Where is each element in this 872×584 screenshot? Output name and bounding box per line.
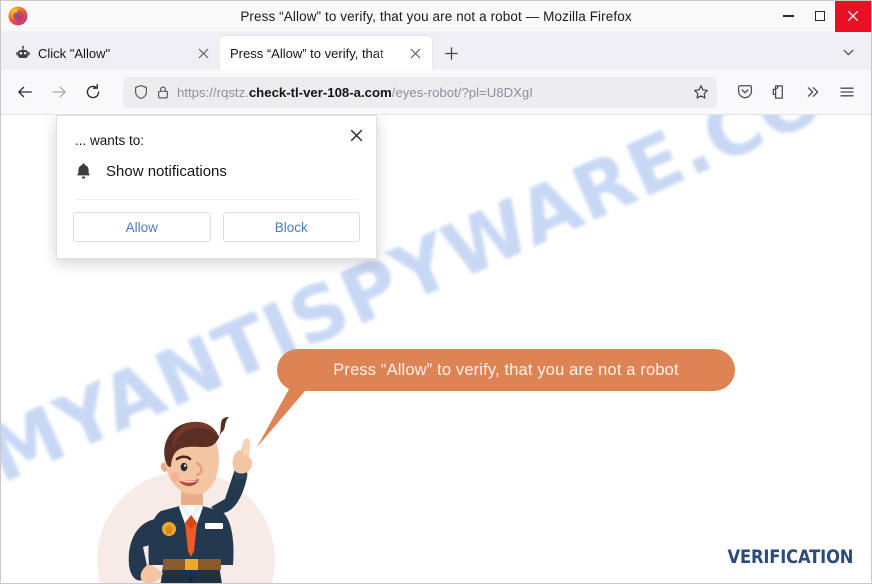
firefox-logo-icon: [7, 5, 29, 27]
url-bar[interactable]: https://rqstz.check-tl-ver-108-a.com/eye…: [123, 76, 717, 108]
navigation-toolbar: https://rqstz.check-tl-ver-108-a.com/eye…: [1, 70, 871, 115]
popup-close-button[interactable]: [344, 123, 368, 147]
forward-button[interactable]: [43, 76, 75, 108]
popup-actions: Allow Block: [57, 200, 376, 258]
block-button[interactable]: Block: [222, 212, 360, 242]
url-subdomain: rqstz.: [216, 84, 249, 100]
allow-button[interactable]: Allow: [73, 212, 211, 242]
url-path: /eyes-robot/?pl=U8DXgI: [391, 84, 533, 100]
account-button[interactable]: [763, 76, 795, 108]
title-bar: Press “Allow” to verify, that you are no…: [1, 1, 871, 32]
tab-press-allow-to-verify[interactable]: Press “Allow” to verify, that: [220, 36, 432, 70]
bookmark-star-icon[interactable]: [691, 84, 711, 100]
tab-click-allow[interactable]: Click "Allow": [5, 36, 220, 70]
tab-close-icon[interactable]: [194, 44, 212, 62]
window-title: Press “Allow” to verify, that you are no…: [240, 8, 632, 24]
speech-bubble-text: Press “Allow” to verify, that you are no…: [333, 360, 679, 379]
overflow-menu-button[interactable]: [797, 76, 829, 108]
double-chevron-icon: [807, 87, 819, 97]
robot-favicon-icon: [15, 45, 31, 61]
shield-icon[interactable]: [133, 84, 149, 100]
back-arrow-icon: [18, 86, 32, 98]
pocket-save-button[interactable]: [729, 76, 761, 108]
cartoon-security-officer-pointing-up-icon: [93, 415, 293, 583]
back-button[interactable]: [9, 76, 41, 108]
pocket-icon: [737, 85, 753, 99]
forward-arrow-icon: [52, 86, 66, 98]
window-controls: [773, 1, 871, 32]
new-tab-button[interactable]: [436, 38, 466, 68]
close-window-button[interactable]: [835, 1, 871, 32]
bell-icon: [75, 162, 92, 180]
maximize-icon: [814, 11, 825, 21]
verification-logo-text: VERIFICATION: [727, 546, 853, 568]
chevron-down-icon: [843, 49, 853, 55]
popup-permission-label: Show notifications: [106, 162, 227, 180]
list-all-tabs-button[interactable]: [835, 39, 861, 65]
popup-permission-row: Show notifications: [75, 162, 358, 200]
minimize-icon: [783, 15, 794, 17]
close-icon: [847, 10, 859, 22]
application-menu-button[interactable]: [831, 76, 863, 108]
speech-bubble: Press “Allow” to verify, that you are no…: [257, 349, 737, 449]
hamburger-menu-icon: [840, 87, 854, 97]
account-icon: [772, 85, 783, 99]
speech-bubble-body: Press “Allow” to verify, that you are no…: [277, 349, 735, 391]
tab-label: Press “Allow” to verify, that: [230, 45, 384, 61]
lock-icon: [156, 85, 170, 100]
maximize-button[interactable]: [804, 1, 835, 32]
close-icon: [350, 129, 362, 141]
reload-icon: [86, 83, 100, 99]
popup-origin-text: ... wants to:: [75, 133, 145, 148]
url-scheme: https://: [177, 84, 217, 100]
notification-permission-popup: ... wants to: Show notifications Allow B…: [56, 115, 377, 259]
url-host: check-tl-ver-108-a.com: [248, 84, 392, 100]
tab-close-icon[interactable]: [406, 44, 424, 62]
tab-strip: Click "Allow" Press “Allow” to verify, t…: [1, 32, 871, 70]
plus-icon: [444, 46, 458, 60]
browser-window: Press “Allow” to verify, that you are no…: [0, 0, 872, 584]
minimize-button[interactable]: [773, 1, 804, 32]
tab-label: Click "Allow": [38, 45, 111, 61]
page-content: MYANTISPYWARE.COM Press “Allow” to verif…: [1, 115, 871, 583]
reload-button[interactable]: [77, 76, 109, 108]
url-text[interactable]: https://rqstz.check-tl-ver-108-a.com/eye…: [177, 85, 684, 100]
popup-body: ... wants to: Show notifications: [57, 116, 376, 200]
